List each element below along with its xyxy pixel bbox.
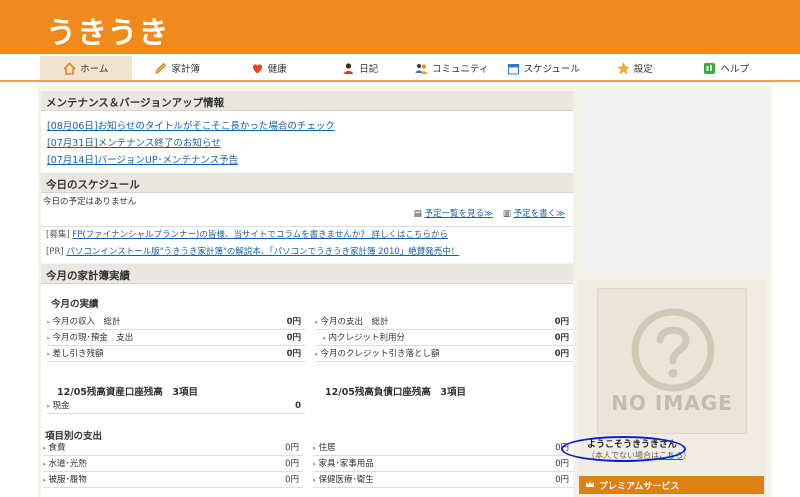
pencil-icon	[154, 62, 167, 75]
star-icon	[617, 61, 630, 75]
schedule-write-link[interactable]: ▥ 予定を書く≫	[503, 207, 565, 223]
heart-icon	[251, 62, 264, 75]
asset-accounts: 12/05残高資産口座残高 3項目 現金0	[47, 384, 305, 414]
table-row: 現金0	[47, 398, 305, 414]
table-row: 今月の収入 総計0円	[47, 314, 305, 330]
nav-item-health[interactable]: 健康	[223, 56, 315, 80]
nav-item-home[interactable]: ホーム	[40, 56, 132, 80]
help-icon	[703, 62, 716, 75]
table-row: 家具･家事用品0円	[313, 456, 573, 472]
maintenance-heading: メンテナンス＆バージョンアップ情報	[41, 90, 573, 111]
category-title: 項目別の支出	[45, 431, 103, 442]
results-right: 今月の支出 総計0円 内クレジット利用分0円 今月のクレジット引き落とし額0円	[315, 314, 573, 362]
table-row: 住居0円	[313, 440, 573, 456]
nav-item-settings[interactable]: 設定	[589, 56, 681, 80]
question-icon	[631, 308, 715, 392]
premium-label: プレミアムサービス	[599, 481, 680, 492]
no-image-label: NO IMAGE	[611, 391, 733, 415]
table-row: 今月の現･預金 支出0円	[47, 330, 305, 346]
debt-title: 12/05残高負債口座残高 3項目	[325, 387, 467, 398]
schedule-list-link[interactable]: ▤ 予定一覧を見る≫	[414, 207, 493, 223]
home-icon	[63, 61, 76, 75]
schedule-empty-text: 今日の予定はありません	[43, 197, 137, 207]
promo-line[interactable]: [PR] パソコンインストール版"うきうき家計簿"の解説本、「パソコンでうきうき…	[41, 244, 573, 261]
main-content: メンテナンス＆バージョンアップ情報 [08月06日]お知らせのタイトルがそこそこ…	[41, 90, 573, 497]
list-icon: ▤	[413, 209, 422, 219]
news-item[interactable]: [07月14日]バージョンUP･メンテナンス予告	[41, 152, 573, 169]
table-row: 内クレジット利用分0円	[315, 330, 573, 346]
news-item[interactable]: [07月31日]メンテナンス終了のお知らせ	[41, 135, 573, 152]
nav-item-schedule[interactable]: スケジュール	[498, 56, 590, 80]
monthly-results-title: 今月の実績	[51, 299, 99, 310]
nav-label: ヘルプ	[720, 64, 749, 75]
promo-line[interactable]: [募集] FP(ファイナンシャルプランナー)の皆様、当サイトでコラムを書きません…	[41, 227, 573, 244]
logo[interactable]: うきうき	[46, 8, 169, 52]
debt-accounts: 12/05残高負債口座残高 3項目	[315, 384, 573, 414]
main-nav: ホーム 家計簿 健康 日記 コミュニティ スケジュール 設定 ヘルプ	[0, 54, 800, 82]
table-row: 被服･履物0円	[43, 472, 303, 488]
schedule-heading: 今日のスケジュール	[41, 172, 573, 193]
table-row: 今月のクレジット引き落とし額0円	[315, 346, 573, 362]
table-row: 保健医療･衛生0円	[313, 472, 573, 488]
nav-item-community[interactable]: コミュニティ	[406, 56, 498, 80]
kakeibo-heading: 今月の家計簿実績	[41, 263, 573, 284]
people-icon	[415, 62, 428, 75]
profile-card: NO IMAGE ようこそうきうきさん （本人でない場合はこちら）	[579, 280, 766, 497]
calendar-icon	[507, 62, 520, 75]
nav-label: 健康	[267, 64, 287, 75]
results-left: 今月の収入 総計0円 今月の現･預金 支出0円 差し引き残額0円	[47, 314, 305, 362]
nav-label: 日記	[359, 64, 379, 75]
nav-item-help[interactable]: ヘルプ	[681, 56, 773, 80]
table-row: 食費0円	[43, 440, 303, 456]
table-row: 水道･光熱0円	[43, 456, 303, 472]
news-item[interactable]: [08月06日]お知らせのタイトルがそこそこ長かった場合のチェック	[41, 118, 573, 135]
table-row: 今月の支出 総計0円	[315, 314, 573, 330]
category-left: 食費0円 水道･光熱0円 被服･履物0円	[43, 440, 303, 488]
app-header: うきうき	[0, 0, 800, 54]
nav-label: 設定	[633, 64, 653, 75]
table-row: 差し引き残額0円	[47, 346, 305, 362]
book-icon: ▥	[502, 209, 511, 219]
sidebar-ad-area	[579, 90, 766, 272]
nav-item-diary[interactable]: 日記	[315, 56, 407, 80]
premium-service-button[interactable]: プレミアムサービス	[579, 476, 764, 494]
profile-image[interactable]: NO IMAGE	[597, 288, 747, 434]
nav-label: コミュニティ	[432, 64, 489, 75]
asset-title: 12/05残高資産口座残高 3項目	[57, 387, 199, 398]
crown-icon	[585, 479, 595, 492]
nav-label: 家計簿	[171, 64, 200, 75]
category-right: 住居0円 家具･家事用品0円 保健医療･衛生0円	[313, 440, 573, 488]
nav-label: スケジュール	[523, 64, 580, 75]
person-icon	[342, 62, 355, 75]
nav-item-kakeibo[interactable]: 家計簿	[132, 56, 224, 80]
highlight-ellipse	[561, 436, 686, 462]
nav-label: ホーム	[80, 64, 109, 75]
